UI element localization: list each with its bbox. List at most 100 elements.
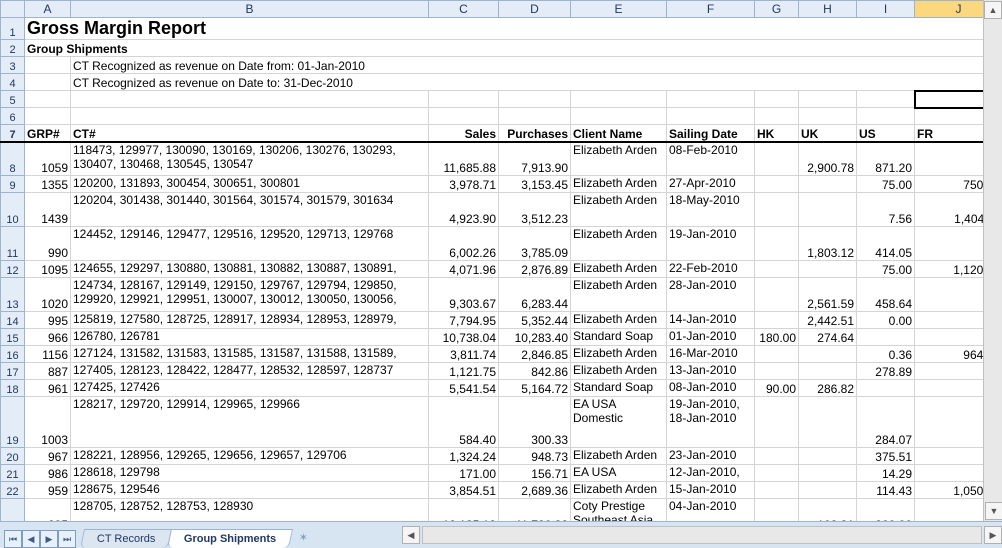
cell-uk[interactable]: 2,900.78 [799,142,857,176]
cell-sales[interactable]: 12,135.13 [429,499,499,523]
cell-uk[interactable] [799,176,857,193]
cell-client[interactable]: Elizabeth Arden [571,142,667,176]
cell-grp[interactable]: 961 [25,380,71,397]
cell-sailing[interactable]: 08-Feb-2010 [667,142,755,176]
tab-nav-first-icon[interactable]: ⏮ [4,530,22,548]
cell-uk[interactable]: 286.82 [799,380,857,397]
cell-client[interactable]: Standard Soap [571,380,667,397]
cell-ct[interactable]: 128221, 128956, 129265, 129656, 129657, … [71,448,429,465]
col-header-I[interactable]: I [857,1,915,18]
row-header[interactable]: 23 [1,499,25,523]
cell-uk[interactable] [799,397,857,448]
cell-us[interactable]: 0.36 [857,346,915,363]
row-header[interactable]: 1 [1,18,25,40]
cell-hk[interactable]: 180.00 [755,329,799,346]
col-header-C[interactable]: C [429,1,499,18]
cell-uk[interactable]: 274.64 [799,329,857,346]
tab-nav-last-icon[interactable]: ⏭ [58,530,76,548]
cell-us[interactable]: 75.00 [857,261,915,278]
cell-purchases[interactable]: 5,352.44 [499,312,571,329]
row-header[interactable]: 2 [1,40,25,57]
cell-uk[interactable]: 2,561.59 [799,278,857,312]
cell-ct[interactable]: 127124, 131582, 131583, 131585, 131587, … [71,346,429,363]
cell-purchases[interactable]: 3,153.45 [499,176,571,193]
cell-uk[interactable]: 2,442.51 [799,312,857,329]
cell-hk[interactable] [755,227,799,261]
cell-purchases[interactable]: 842.86 [499,363,571,380]
cell-hk[interactable] [755,176,799,193]
cell-sales[interactable]: 9,303.67 [429,278,499,312]
cell-client[interactable]: Elizabeth Arden [571,363,667,380]
cell-us[interactable]: 114.43 [857,482,915,499]
cell-client[interactable]: Elizabeth Arden [571,312,667,329]
cell-grp[interactable]: 995 [25,312,71,329]
cell-purchases[interactable]: 156.71 [499,465,571,482]
cell-uk[interactable] [799,482,857,499]
row-header[interactable]: 6 [1,108,25,125]
cell-client[interactable]: Coty Prestige Southeast Asia [571,499,667,523]
cell-us[interactable]: 458.64 [857,278,915,312]
cell-purchases[interactable]: 5,164.72 [499,380,571,397]
cell-grp[interactable]: 1439 [25,193,71,227]
cell-us[interactable]: 284.07 [857,397,915,448]
cell-sales[interactable]: 1,324.24 [429,448,499,465]
cell-purchases[interactable]: 2,689.36 [499,482,571,499]
tab-group-shipments[interactable]: Group Shipments [167,529,293,548]
cell-grp[interactable]: 1020 [25,278,71,312]
tab-ct-records[interactable]: CT Records [80,529,173,548]
cell-sales[interactable]: 6,002.26 [429,227,499,261]
cell-sales[interactable]: 3,978.71 [429,176,499,193]
cell-client[interactable]: EA USA Domestic [571,397,667,448]
cell-ct[interactable]: 124655, 129297, 130880, 130881, 130882, … [71,261,429,278]
cell-sailing[interactable]: 19-Jan-2010 [667,227,755,261]
cell-grp[interactable]: 1095 [25,261,71,278]
row-header[interactable]: 8 [1,142,25,176]
cell-sailing[interactable]: 27-Apr-2010 [667,176,755,193]
cell-uk[interactable] [799,193,857,227]
cell-purchases[interactable]: 10,283.40 [499,329,571,346]
row-header[interactable]: 14 [1,312,25,329]
tab-nav-next-icon[interactable]: ▶ [40,530,58,548]
cell-sailing[interactable]: 28-Jan-2010 [667,278,755,312]
cell-sales[interactable]: 7,794.95 [429,312,499,329]
cell-sales[interactable]: 10,738.04 [429,329,499,346]
cell-purchases[interactable]: 3,785.09 [499,227,571,261]
cell-sailing[interactable]: 04-Jan-2010 [667,499,755,523]
cell-us[interactable] [857,380,915,397]
cell-ct[interactable]: 125819, 127580, 128725, 128917, 128934, … [71,312,429,329]
cell-us[interactable]: 7.56 [857,193,915,227]
cell-hk[interactable] [755,482,799,499]
cell-us[interactable]: 75.00 [857,176,915,193]
cell-sailing[interactable]: 15-Jan-2010 [667,482,755,499]
cell-sales[interactable]: 584.40 [429,397,499,448]
cell-us[interactable]: 14.29 [857,465,915,482]
row-header[interactable]: 3 [1,57,25,74]
cell-ct[interactable]: 124452, 129146, 129477, 129516, 129520, … [71,227,429,261]
col-header-E[interactable]: E [571,1,667,18]
cell-sales[interactable]: 1,121.75 [429,363,499,380]
tab-nav-prev-icon[interactable]: ◀ [22,530,40,548]
cell-uk[interactable]: 108.31 [799,499,857,523]
row-header[interactable]: 5 [1,91,25,108]
scroll-right-icon[interactable]: ▶ [984,526,1002,544]
cell-grp[interactable]: 1003 [25,397,71,448]
cell-grp[interactable]: 887 [25,363,71,380]
cell-hk[interactable] [755,312,799,329]
cell-purchases[interactable]: 300.33 [499,397,571,448]
row-header[interactable]: 7 [1,125,25,142]
cell-sales[interactable]: 3,811.74 [429,346,499,363]
cell-hk[interactable] [755,397,799,448]
row-header[interactable]: 10 [1,193,25,227]
row-header[interactable]: 15 [1,329,25,346]
cell-us[interactable]: 0.00 [857,312,915,329]
cell-sailing[interactable]: 16-Mar-2010 [667,346,755,363]
cell-ct[interactable]: 128705, 128752, 128753, 128930 [71,499,429,523]
row-header[interactable]: 4 [1,74,25,91]
cell-sailing[interactable]: 19-Jan-2010, 18-Jan-2010 [667,397,755,448]
row-header[interactable]: 17 [1,363,25,380]
col-header-H[interactable]: H [799,1,857,18]
col-header-B[interactable]: B [71,1,429,18]
cell-ct[interactable]: 120200, 131893, 300454, 300651, 300801 [71,176,429,193]
cell-grp[interactable]: 959 [25,482,71,499]
cell-purchases[interactable]: 11,726.82 [499,499,571,523]
